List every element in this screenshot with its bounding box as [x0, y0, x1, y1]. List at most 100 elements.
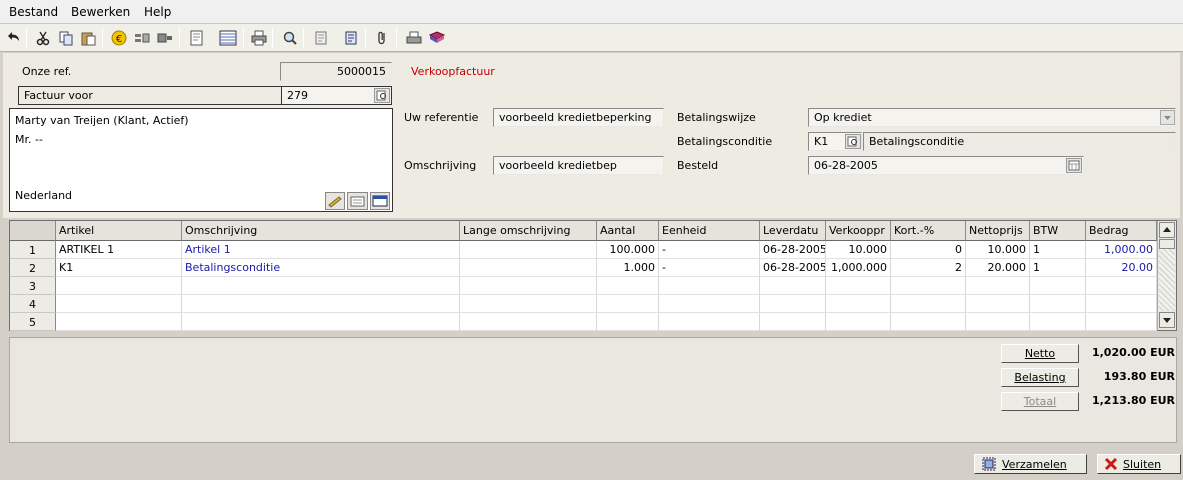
- note-icon[interactable]: [311, 28, 331, 48]
- preview-icon[interactable]: [187, 28, 207, 48]
- cell-artikel[interactable]: K1: [56, 259, 182, 277]
- row-header-1[interactable]: 1: [10, 241, 56, 259]
- betalingswijze-select[interactable]: Op krediet: [808, 108, 1176, 127]
- empty-cell[interactable]: [597, 277, 659, 295]
- copy-icon[interactable]: [56, 28, 76, 48]
- col-bedrag[interactable]: Bedrag: [1086, 221, 1157, 241]
- empty-cell[interactable]: [891, 295, 966, 313]
- col-btw[interactable]: BTW: [1030, 221, 1086, 241]
- menu-bestand[interactable]: Bestand: [9, 5, 58, 19]
- address-card-icon[interactable]: [347, 192, 368, 210]
- calendar-icon[interactable]: [1066, 158, 1082, 173]
- cell-lange-omschrijving[interactable]: [460, 241, 597, 259]
- cell-lange-omschrijving[interactable]: [460, 259, 597, 277]
- empty-cell[interactable]: [460, 295, 597, 313]
- cell-eenheid[interactable]: -: [659, 241, 760, 259]
- cell-korting[interactable]: 2: [891, 259, 966, 277]
- empty-cell[interactable]: [1030, 295, 1086, 313]
- empty-cell[interactable]: [760, 295, 826, 313]
- window-icon[interactable]: [370, 192, 390, 210]
- empty-cell[interactable]: [460, 313, 597, 331]
- omschrijving-field[interactable]: voorbeeld kredietbep: [493, 156, 664, 175]
- col-aantal[interactable]: Aantal: [597, 221, 659, 241]
- scroll-down-icon[interactable]: [1159, 312, 1175, 328]
- col-korting[interactable]: Kort.-%: [891, 221, 966, 241]
- empty-cell[interactable]: [760, 313, 826, 331]
- chevron-down-icon[interactable]: [1160, 110, 1175, 125]
- cell-eenheid[interactable]: -: [659, 259, 760, 277]
- col-lange-omschrijving[interactable]: Lange omschrijving: [460, 221, 597, 241]
- menu-bewerken[interactable]: Bewerken: [71, 5, 130, 19]
- scroll-track[interactable]: [1159, 249, 1175, 311]
- besteld-date-field[interactable]: 06-28-2005: [808, 156, 1084, 175]
- cell-nettoprijs[interactable]: 20.000: [966, 259, 1030, 277]
- empty-cell[interactable]: [966, 295, 1030, 313]
- empty-cell[interactable]: [1086, 313, 1157, 331]
- empty-cell[interactable]: [182, 313, 460, 331]
- cell-leverdatum[interactable]: 06-28-2005: [760, 259, 826, 277]
- empty-cell[interactable]: [966, 277, 1030, 295]
- row-header-3[interactable]: 3: [10, 277, 56, 295]
- uw-referentie-field[interactable]: voorbeeld kredietbeperking: [493, 108, 664, 127]
- edit-address-icon[interactable]: [325, 192, 345, 210]
- cell-bedrag[interactable]: 20.00: [1086, 259, 1157, 277]
- undo-icon[interactable]: [3, 28, 23, 48]
- cell-verkoopprijs[interactable]: 1,000.000: [826, 259, 891, 277]
- empty-cell[interactable]: [56, 277, 182, 295]
- cell-nettoprijs[interactable]: 10.000: [966, 241, 1030, 259]
- empty-cell[interactable]: [760, 277, 826, 295]
- cell-artikel[interactable]: ARTIKEL 1: [56, 241, 182, 259]
- row-header-5[interactable]: 5: [10, 313, 56, 331]
- list-icon[interactable]: [218, 28, 238, 48]
- empty-cell[interactable]: [659, 277, 760, 295]
- row-header-2[interactable]: 2: [10, 259, 56, 277]
- scroll-thumb[interactable]: [1159, 239, 1175, 249]
- conditie-lookup-icon[interactable]: [845, 134, 861, 149]
- cell-aantal[interactable]: 1.000: [597, 259, 659, 277]
- empty-cell[interactable]: [56, 295, 182, 313]
- empty-cell[interactable]: [826, 295, 891, 313]
- document-icon[interactable]: [341, 28, 361, 48]
- col-verkoopprijs[interactable]: Verkooppr: [826, 221, 891, 241]
- empty-cell[interactable]: [891, 313, 966, 331]
- euro-icon[interactable]: €: [109, 28, 129, 48]
- cell-btw[interactable]: 1: [1030, 241, 1086, 259]
- empty-cell[interactable]: [891, 277, 966, 295]
- empty-cell[interactable]: [659, 295, 760, 313]
- paste-icon[interactable]: [78, 28, 98, 48]
- empty-cell[interactable]: [597, 313, 659, 331]
- empty-cell[interactable]: [597, 295, 659, 313]
- empty-cell[interactable]: [460, 277, 597, 295]
- empty-cell[interactable]: [1030, 277, 1086, 295]
- import-icon[interactable]: [132, 28, 152, 48]
- scroll-up-icon[interactable]: [1159, 222, 1175, 238]
- empty-cell[interactable]: [182, 295, 460, 313]
- print-icon[interactable]: [249, 28, 269, 48]
- zoom-icon[interactable]: [280, 28, 300, 48]
- empty-cell[interactable]: [56, 313, 182, 331]
- verzamelen-button[interactable]: Verzamelen: [974, 454, 1087, 474]
- row-header-4[interactable]: 4: [10, 295, 56, 313]
- col-leverdatum[interactable]: Leverdatu: [760, 221, 826, 241]
- empty-cell[interactable]: [966, 313, 1030, 331]
- cell-omschrijving[interactable]: Artikel 1: [182, 241, 460, 259]
- lookup-icon[interactable]: [374, 88, 390, 103]
- empty-cell[interactable]: [659, 313, 760, 331]
- empty-cell[interactable]: [1086, 295, 1157, 313]
- export-icon[interactable]: [155, 28, 175, 48]
- menu-help[interactable]: Help: [144, 5, 171, 19]
- cell-verkoopprijs[interactable]: 10.000: [826, 241, 891, 259]
- empty-cell[interactable]: [826, 277, 891, 295]
- col-nettoprijs[interactable]: Nettoprijs: [966, 221, 1030, 241]
- col-omschrijving[interactable]: Omschrijving: [182, 221, 460, 241]
- col-eenheid[interactable]: Eenheid: [659, 221, 760, 241]
- cell-korting[interactable]: 0: [891, 241, 966, 259]
- cell-omschrijving[interactable]: Betalingsconditie: [182, 259, 460, 277]
- col-artikel[interactable]: Artikel: [56, 221, 182, 241]
- scan-icon[interactable]: [404, 28, 424, 48]
- sluiten-button[interactable]: Sluiten: [1097, 454, 1181, 474]
- empty-cell[interactable]: [826, 313, 891, 331]
- book-icon[interactable]: [427, 28, 447, 48]
- cell-leverdatum[interactable]: 06-28-2005: [760, 241, 826, 259]
- cell-btw[interactable]: 1: [1030, 259, 1086, 277]
